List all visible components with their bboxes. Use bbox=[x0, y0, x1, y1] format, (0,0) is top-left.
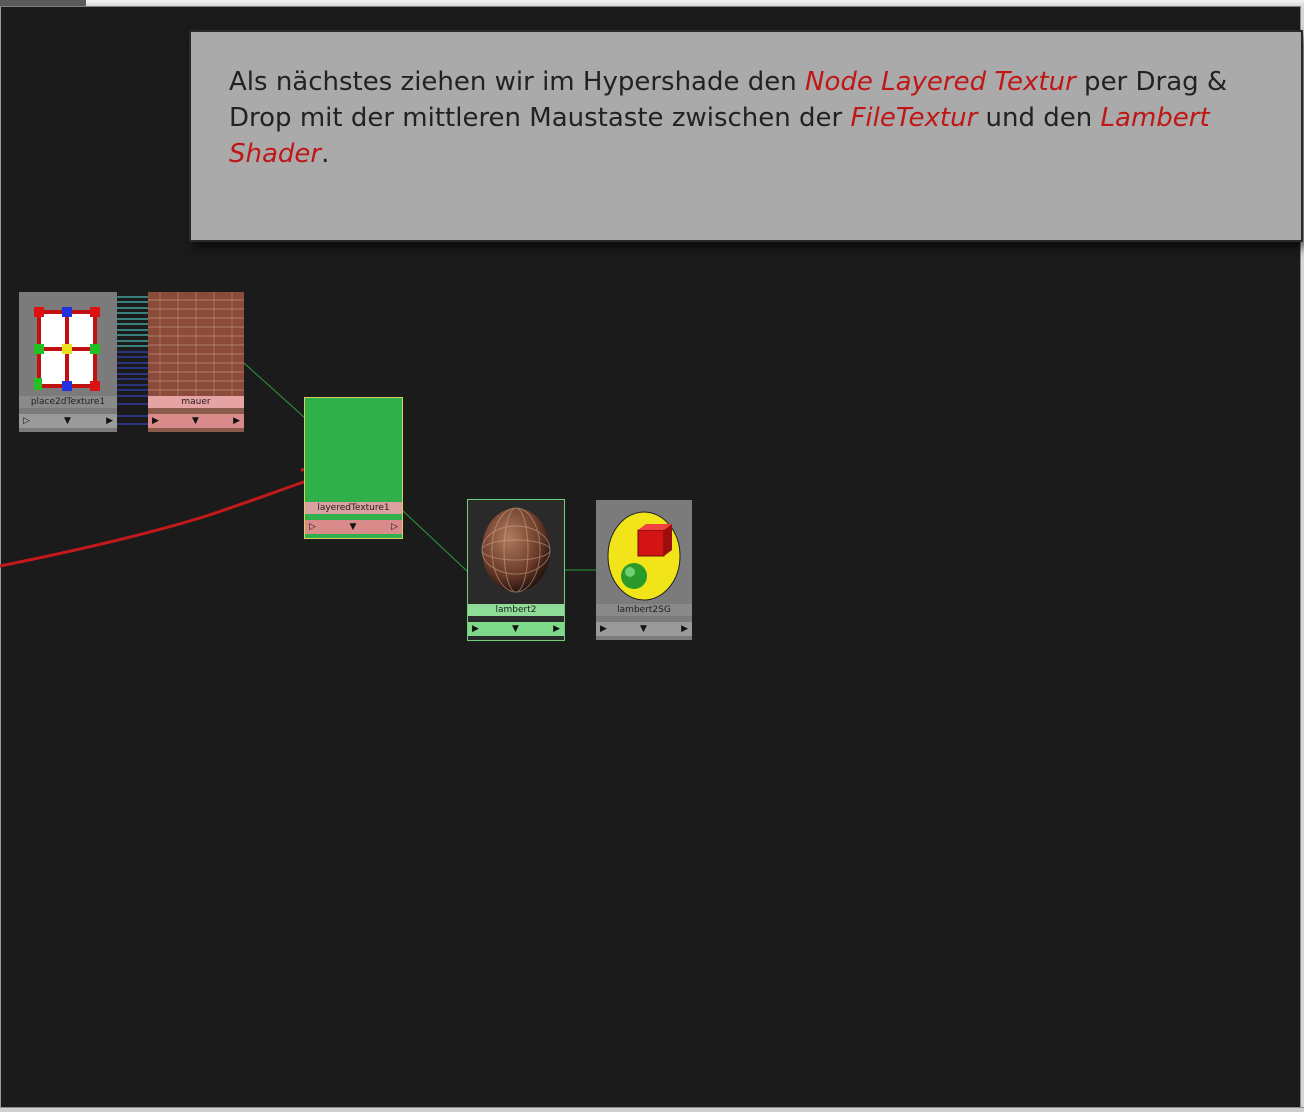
place2dtexture-controls: ▷ ▼ ▶ bbox=[19, 414, 117, 428]
expand-toggle-button[interactable]: ▼ bbox=[512, 622, 519, 636]
instruction-text: Als nächstes ziehen wir im Hypershade de… bbox=[229, 64, 1289, 172]
place2dtexture-swatch bbox=[19, 292, 117, 396]
window-bottom-edge bbox=[0, 1107, 1304, 1112]
instruction-text-part-4: . bbox=[321, 139, 330, 169]
output-port-button[interactable]: ▶ bbox=[233, 414, 240, 428]
mauer-file-node[interactable]: mauer ▶ ▼ ▶ bbox=[148, 292, 244, 432]
instruction-text-part-1: Als nächstes ziehen wir im Hypershade de… bbox=[229, 67, 805, 97]
mauer-label: mauer bbox=[148, 396, 244, 408]
brick-texture-swatch bbox=[148, 292, 244, 396]
output-port-button[interactable]: ▶ bbox=[681, 622, 688, 636]
input-port-button[interactable]: ▷ bbox=[309, 520, 316, 534]
window-top-edge bbox=[0, 0, 1304, 7]
shading-group-swatch bbox=[596, 500, 692, 604]
lambert2-label: lambert2 bbox=[468, 604, 564, 616]
input-port-button[interactable]: ▶ bbox=[472, 622, 479, 636]
lambert2-node[interactable]: lambert2 ▶ ▼ ▶ bbox=[467, 499, 565, 641]
mauer-controls: ▶ ▼ ▶ bbox=[148, 414, 244, 428]
expand-toggle-button[interactable]: ▼ bbox=[192, 414, 199, 428]
input-port-button[interactable]: ▷ bbox=[23, 414, 30, 428]
layeredtexture-controls: ▷ ▼ ▷ bbox=[305, 520, 402, 534]
lambert2sg-node[interactable]: lambert2SG ▶ ▼ ▶ bbox=[596, 500, 692, 640]
expand-toggle-button[interactable]: ▼ bbox=[350, 520, 357, 534]
lambert2sg-controls: ▶ ▼ ▶ bbox=[596, 622, 692, 636]
brick-sphere-swatch bbox=[468, 500, 564, 604]
place2dtexture-node[interactable]: place2dTexture1 ▷ ▼ ▶ bbox=[19, 292, 117, 432]
lambert2sg-label: lambert2SG bbox=[596, 604, 692, 616]
output-port-button[interactable]: ▶ bbox=[106, 414, 113, 428]
expand-toggle-button[interactable]: ▼ bbox=[64, 414, 71, 428]
layeredtexture-label: layeredTexture1 bbox=[305, 502, 402, 514]
highlight-filetextur: FileTextur bbox=[850, 103, 978, 133]
expand-toggle-button[interactable]: ▼ bbox=[640, 622, 647, 636]
input-port-button[interactable]: ▶ bbox=[600, 622, 607, 636]
instruction-text-part-3: und den bbox=[977, 103, 1101, 133]
instruction-callout: Als nächstes ziehen wir im Hypershade de… bbox=[189, 30, 1303, 242]
output-port-button[interactable]: ▶ bbox=[553, 622, 560, 636]
highlight-node-layered-textur: Node Layered Textur bbox=[805, 67, 1076, 97]
window-top-notch bbox=[0, 0, 86, 6]
place2dtexture-label: place2dTexture1 bbox=[19, 396, 117, 408]
output-port-button[interactable]: ▷ bbox=[391, 520, 398, 534]
layeredtexture-node[interactable]: layeredTexture1 ▷ ▼ ▷ bbox=[304, 397, 403, 539]
lambert2-controls: ▶ ▼ ▶ bbox=[468, 622, 564, 636]
input-port-button[interactable]: ▶ bbox=[152, 414, 159, 428]
